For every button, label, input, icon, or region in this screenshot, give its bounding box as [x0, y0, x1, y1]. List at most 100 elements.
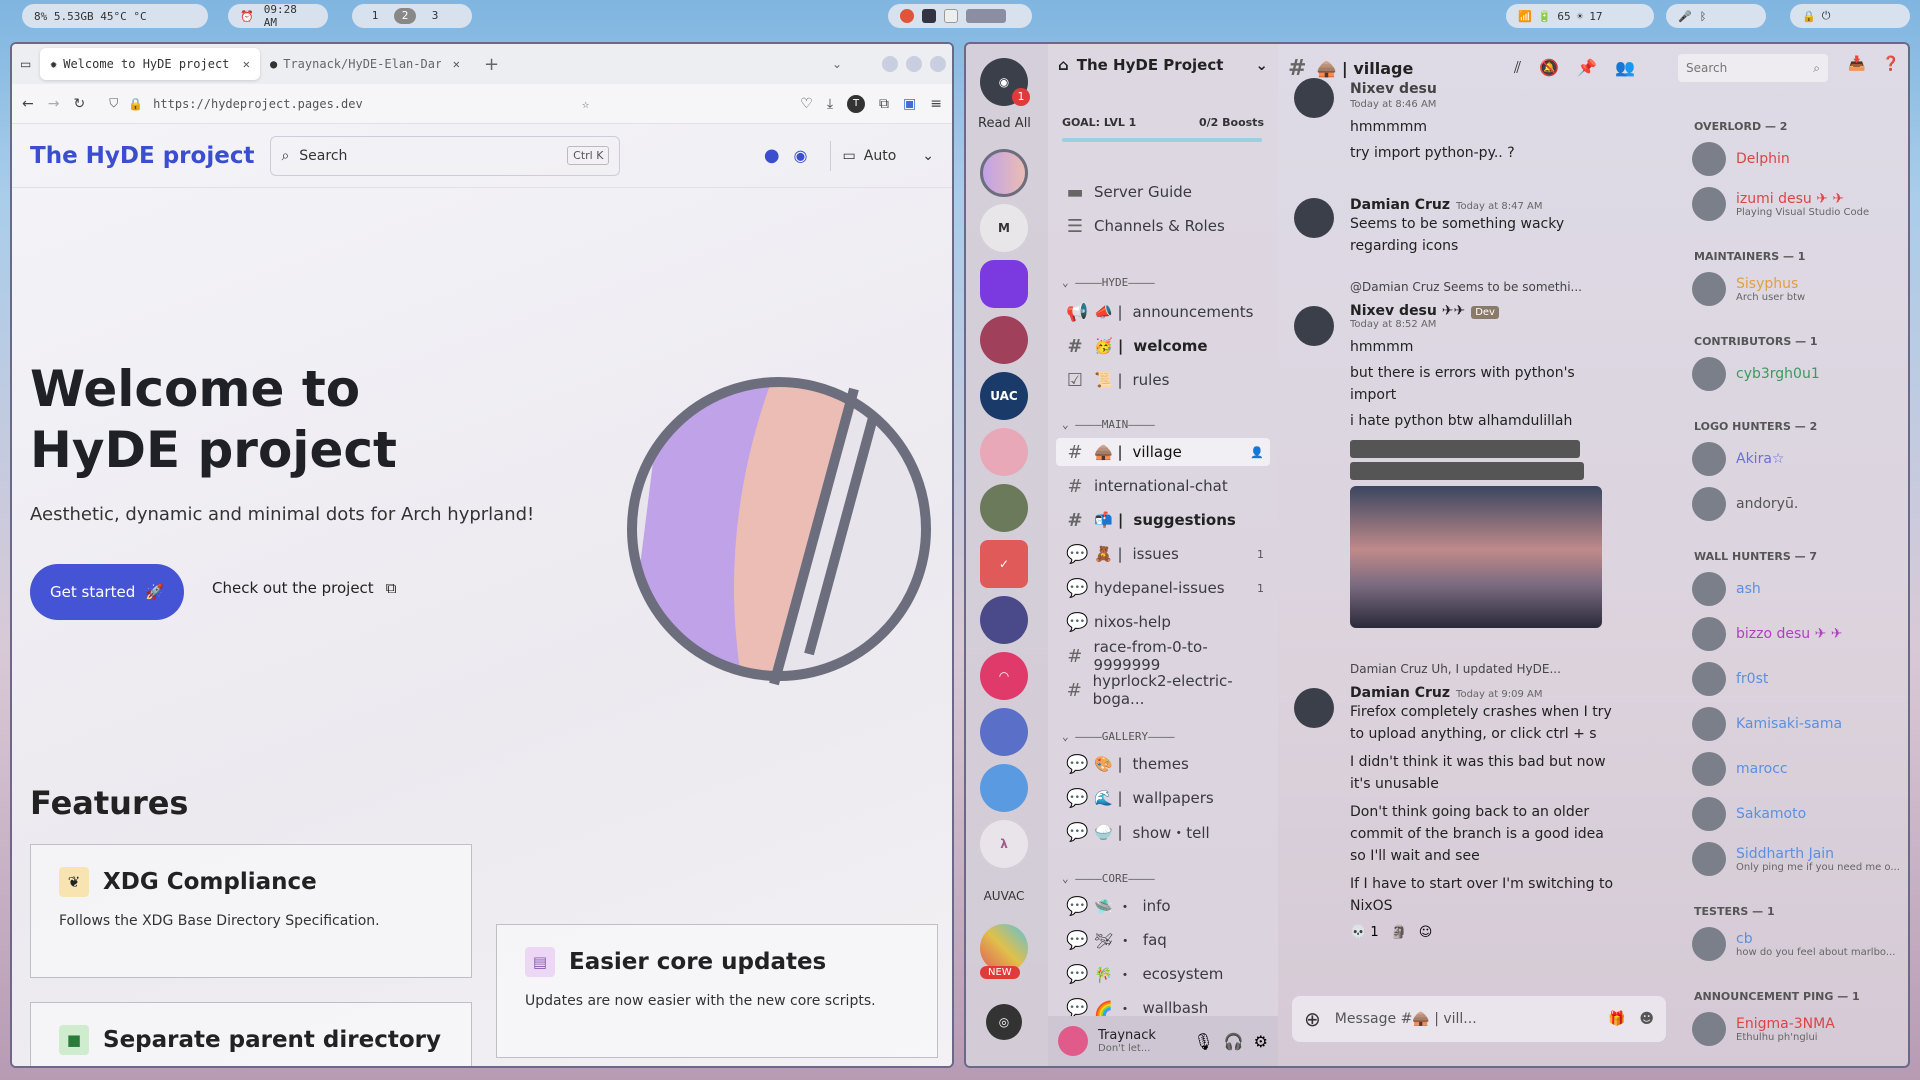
add-reaction-icon[interactable]: ☺ — [1419, 925, 1433, 940]
category-main[interactable]: ⌄ ————MAIN———— — [1062, 418, 1155, 431]
channel-faq[interactable]: 💬 🛩 ・ faq — [1056, 926, 1270, 954]
channel-international-chat[interactable]: # international-chat — [1056, 472, 1270, 500]
settings-gear-icon[interactable]: ⚙ — [1254, 1032, 1268, 1051]
workspace-2[interactable]: 2 — [394, 8, 416, 24]
member-item[interactable]: Sakamoto — [1692, 797, 1806, 831]
files-app-icon[interactable] — [944, 9, 958, 23]
bitwarden-icon[interactable]: ▣ — [903, 96, 916, 112]
close-tab-icon[interactable]: ✕ — [453, 57, 460, 71]
read-all-button[interactable]: Read All — [978, 116, 1031, 131]
member-item[interactable]: izumi desu ✈ ✈ Playing Visual Studio Code — [1692, 187, 1869, 221]
avatar[interactable] — [1692, 487, 1726, 521]
server-icon[interactable] — [980, 260, 1028, 308]
avatar[interactable] — [1692, 842, 1726, 876]
channel-themes[interactable]: 💬 🎨 | themes — [1056, 750, 1270, 778]
members-icon[interactable]: 👥 — [1615, 58, 1635, 78]
server-icon[interactable]: UAC — [980, 372, 1028, 420]
add-member-icon[interactable]: 👤 — [1250, 446, 1264, 459]
avatar[interactable] — [1294, 198, 1334, 238]
spoiler-text[interactable] — [1350, 462, 1584, 480]
reaction-skull[interactable]: 💀 1 — [1350, 925, 1379, 940]
check-project-link[interactable]: Check out the project ⧉ — [212, 579, 396, 597]
avatar[interactable] — [1692, 662, 1726, 696]
avatar[interactable] — [1692, 927, 1726, 961]
workspace-switcher[interactable]: 1 2 3 — [352, 4, 472, 28]
channel-wallpapers[interactable]: 💬 🌊 | wallpapers — [1056, 784, 1270, 812]
channel-hyprlock2[interactable]: # hyprlock2-electric-boga... — [1056, 672, 1270, 708]
reload-icon[interactable]: ↻ — [73, 96, 85, 112]
channel-rules[interactable]: ☑ 📜 | rules — [1056, 366, 1270, 394]
channel-announcements[interactable]: 📢 📣 | announcements — [1056, 298, 1270, 326]
channel-hydepanel-issues[interactable]: 💬 hydepanel-issues 1 — [1056, 574, 1270, 602]
lock-icon[interactable]: 🔒 — [1802, 10, 1816, 23]
server-icon[interactable]: ✓ — [980, 540, 1028, 588]
emoji-icon[interactable]: ☻ — [1639, 1011, 1654, 1027]
channel-show-tell[interactable]: 💬 🍚 | show・tell — [1056, 818, 1270, 846]
avatar[interactable] — [1692, 272, 1726, 306]
close-tab-icon[interactable]: ✕ — [243, 57, 250, 71]
server-icon[interactable] — [980, 428, 1028, 476]
sticker-icon[interactable]: 🗿 — [1391, 925, 1407, 940]
minimize-button[interactable] — [882, 56, 898, 72]
workspace-1[interactable]: 1 — [364, 8, 386, 24]
server-icon[interactable] — [980, 484, 1028, 532]
server-auvac[interactable]: AUVAC — [980, 872, 1028, 920]
member-item[interactable]: Enigma-3NMA Ethulhu ph'nglui — [1692, 1012, 1835, 1046]
tab-list-icon[interactable]: ⌄ — [832, 57, 842, 71]
mic-icon[interactable]: 🎤 — [1678, 10, 1692, 23]
avatar[interactable] — [1294, 306, 1334, 346]
power-icon[interactable]: ⏻ — [1822, 9, 1831, 23]
forward-icon[interactable]: → — [48, 96, 60, 112]
category-gallery[interactable]: ⌄ ————GALLERY———— — [1062, 730, 1175, 743]
channel-suggestions[interactable]: # 📬 | suggestions — [1056, 506, 1270, 534]
member-item[interactable]: cb how do you feel about marlbo... — [1692, 927, 1895, 961]
avatar[interactable] — [1294, 688, 1334, 728]
channel-ecosystem[interactable]: 💬 🎋 ・ ecosystem — [1056, 960, 1270, 988]
server-m-icon[interactable]: M — [980, 204, 1028, 252]
nav-channels-roles[interactable]: ☰ Channels & Roles — [1056, 212, 1270, 240]
channel-welcome[interactable]: # 🥳 | welcome — [1056, 332, 1270, 360]
avatar[interactable] — [1294, 78, 1334, 118]
server-icon[interactable] — [980, 924, 1028, 972]
avatar[interactable] — [1692, 797, 1726, 831]
server-icon[interactable] — [980, 764, 1028, 812]
mic-icon[interactable]: 🎙 — [1193, 1032, 1213, 1051]
theme-select[interactable]: ▭ Auto ⌄ — [829, 140, 934, 171]
tab-github[interactable]: ● Traynack/HyDE-Elan-Dark ✕ — [260, 48, 470, 80]
workspace-3[interactable]: 3 — [424, 8, 446, 24]
bluetooth-icon[interactable]: ᛒ — [1700, 10, 1707, 23]
server-icon[interactable] — [980, 708, 1028, 756]
extensions-icon[interactable]: ⧉ — [879, 96, 889, 112]
spoiler-text[interactable] — [1350, 440, 1580, 458]
discord-icon[interactable]: ◉ — [794, 146, 808, 165]
headphones-icon[interactable]: 🎧 — [1224, 1032, 1244, 1051]
add-attachment-icon[interactable]: ⊕ — [1304, 1007, 1321, 1031]
server-icon[interactable] — [980, 596, 1028, 644]
avatar[interactable] — [1692, 572, 1726, 606]
search-input[interactable]: Search ⌕ — [1678, 54, 1828, 82]
mute-icon[interactable]: 🔕 — [1539, 58, 1559, 78]
status-tray[interactable]: 📶 🔋 65 ☀ 17 — [1506, 4, 1654, 28]
avatar[interactable] — [1692, 707, 1726, 741]
member-item[interactable]: fr0st — [1692, 662, 1768, 696]
member-item[interactable]: andoryū. — [1692, 487, 1798, 521]
new-tab-icon[interactable]: + — [484, 54, 499, 75]
boost-goal[interactable]: GOAL: LVL 1 0/2 Boosts — [1062, 116, 1264, 129]
avatar[interactable] — [1692, 357, 1726, 391]
shield-icon[interactable]: ⛉ — [109, 96, 118, 111]
image-attachment[interactable] — [1350, 486, 1602, 628]
member-item[interactable]: Siddharth Jain Only ping me if you need m… — [1692, 842, 1900, 876]
menu-icon[interactable]: ≡ — [930, 96, 942, 112]
pin-icon[interactable]: 📌 — [1577, 58, 1597, 78]
avatar[interactable] — [1692, 187, 1726, 221]
tray-icons[interactable]: 🎤 ᛒ — [1666, 4, 1766, 28]
avatar[interactable] — [1692, 442, 1726, 476]
site-search[interactable]: ⌕ Search Ctrl K — [270, 135, 621, 176]
category-core[interactable]: ⌄ ————CORE———— — [1062, 872, 1155, 885]
account-icon[interactable]: T — [847, 94, 866, 113]
server-icon[interactable] — [980, 316, 1028, 364]
pocket-icon[interactable]: ♡ — [800, 96, 813, 112]
server-icon[interactable]: λ — [980, 820, 1028, 868]
reply-preview[interactable]: @Damian Cruz Seems to be somethi... — [1350, 280, 1678, 294]
help-icon[interactable]: ❓ — [1882, 56, 1899, 72]
